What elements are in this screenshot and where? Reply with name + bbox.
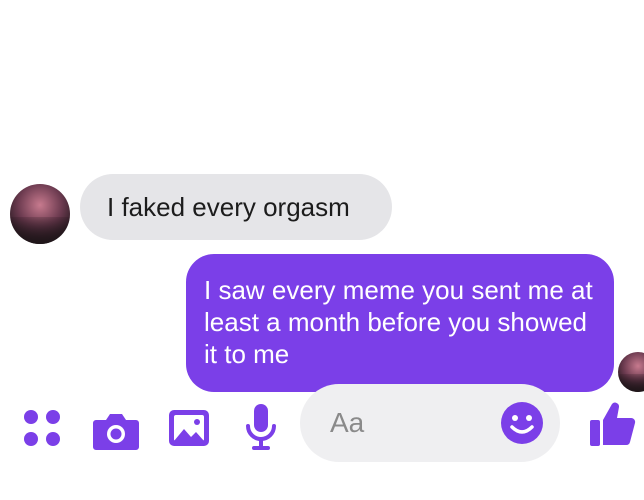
outgoing-message-bubble[interactable]: I saw every meme you sent me at least a … bbox=[186, 254, 614, 392]
contact-avatar[interactable] bbox=[10, 184, 70, 244]
apps-icon[interactable] bbox=[20, 406, 64, 450]
message-input[interactable]: Aa bbox=[300, 384, 560, 462]
message-input-placeholder: Aa bbox=[330, 407, 365, 438]
camera-icon[interactable] bbox=[92, 408, 140, 452]
gallery-icon[interactable] bbox=[166, 406, 212, 450]
incoming-message-text: I faked every orgasm bbox=[107, 192, 350, 222]
incoming-message-bubble[interactable]: I faked every orgasm bbox=[80, 174, 392, 240]
outgoing-message-text: I saw every meme you sent me at least a … bbox=[204, 275, 593, 369]
thumbs-up-icon[interactable] bbox=[588, 398, 638, 450]
microphone-icon[interactable] bbox=[244, 402, 278, 454]
read-receipt-avatar bbox=[618, 352, 644, 392]
emoji-icon[interactable] bbox=[498, 399, 546, 447]
